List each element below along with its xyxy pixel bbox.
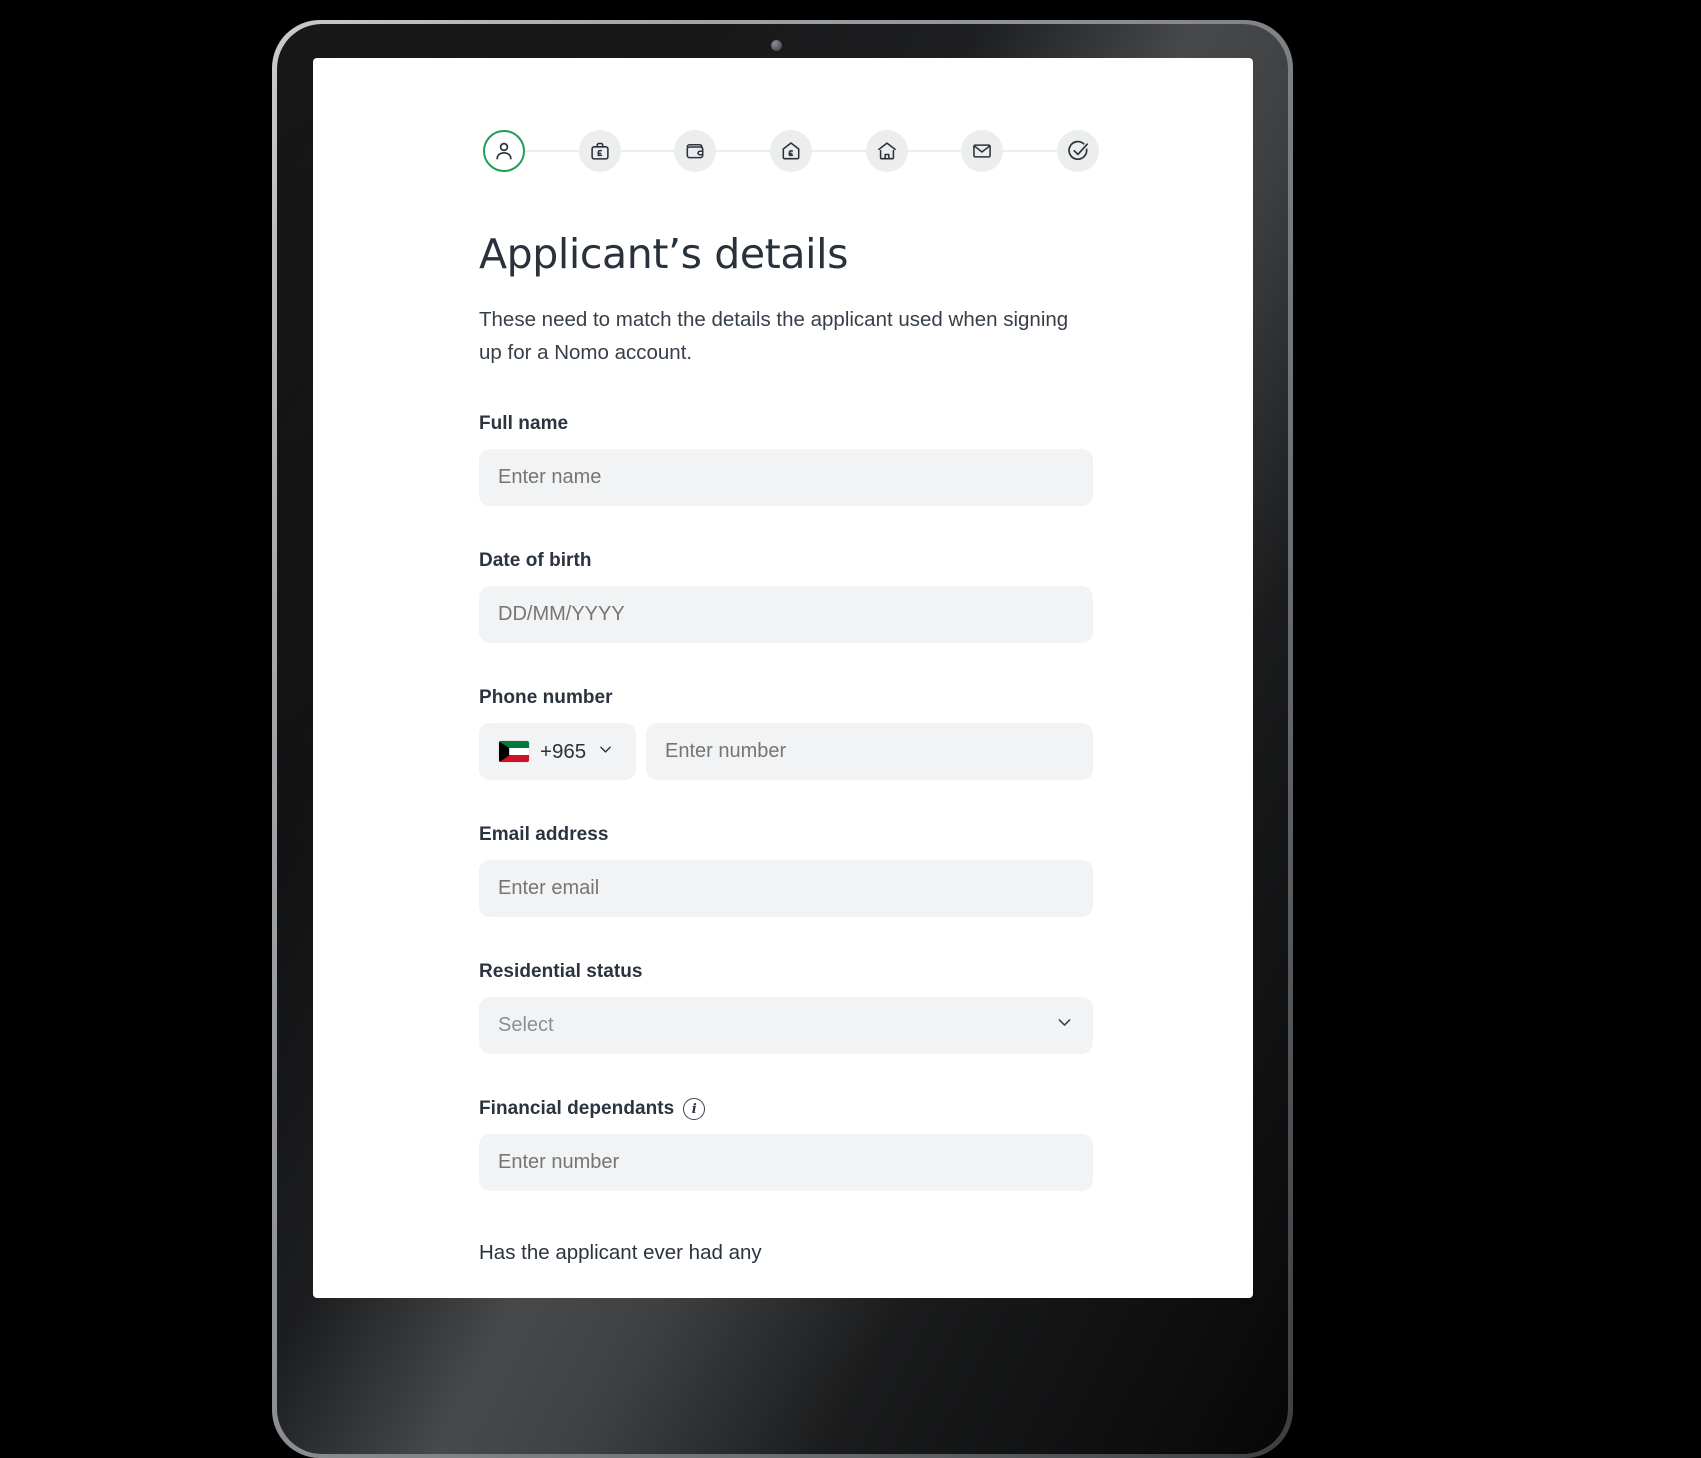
financial-dependants-label: Financial dependants i	[479, 1098, 1093, 1121]
sidebar-item-contact[interactable]	[961, 130, 1004, 172]
stepper-connector-5	[907, 150, 962, 152]
field-financial-dependants: Financial dependants i	[479, 1098, 1093, 1192]
financial-dependants-input[interactable]	[479, 1134, 1093, 1192]
phone-number-label: Phone number	[479, 687, 613, 709]
financial-dependants-label-text: Financial dependants	[479, 1098, 675, 1120]
person-icon	[492, 139, 516, 163]
date-of-birth-input[interactable]	[479, 586, 1093, 644]
residential-status-label: Residential status	[479, 961, 643, 983]
email-address-label: Email address	[479, 824, 609, 846]
sidebar-item-applicant[interactable]	[483, 130, 525, 172]
residential-status-value: Select	[498, 1014, 554, 1037]
stepper-connector-2	[620, 150, 675, 152]
date-of-birth-label: Date of birth	[479, 550, 592, 572]
chevron-down-icon	[1055, 1013, 1074, 1038]
wallet-icon	[684, 140, 706, 162]
tablet-screen: Applicant’s details These need to match …	[313, 58, 1253, 1298]
envelope-icon	[971, 140, 993, 162]
progress-stepper	[483, 130, 1100, 172]
check-circle-icon	[1066, 139, 1090, 163]
kuwait-flag-icon	[499, 741, 529, 763]
full-name-input[interactable]	[479, 449, 1093, 507]
dial-code-label: +965	[540, 739, 587, 763]
screenshot-root: Applicant’s details These need to match …	[0, 0, 1701, 1458]
form-content: Applicant’s details These need to match …	[473, 130, 1100, 1298]
sidebar-item-employment[interactable]	[578, 130, 621, 172]
sidebar-item-income[interactable]	[674, 130, 717, 172]
application-form-page: Applicant’s details These need to match …	[313, 58, 1253, 1298]
email-field[interactable]	[479, 860, 1093, 918]
next-question-label: Has the applicant ever had any	[479, 1241, 762, 1265]
sidebar-item-property[interactable]	[865, 130, 908, 172]
briefcase-pound-icon	[589, 140, 611, 162]
sidebar-item-review[interactable]	[1057, 130, 1100, 172]
field-phone-number: Phone number +965	[479, 687, 1093, 781]
chevron-down-icon	[597, 741, 614, 763]
camera-dot	[771, 40, 782, 51]
stepper-connector-4	[812, 150, 866, 152]
page-title: Applicant’s details	[479, 230, 849, 278]
stepper-connector-1	[525, 150, 579, 152]
field-residential-status: Residential status Select	[479, 961, 1093, 1055]
field-email-address: Email address	[479, 824, 1093, 918]
home-icon	[876, 140, 898, 162]
field-full-name: Full name	[479, 413, 1093, 507]
house-pound-icon	[780, 140, 802, 162]
stepper-connector-3	[716, 150, 771, 152]
stepper-connector-6	[1003, 150, 1058, 152]
page-subtitle: These need to match the details the appl…	[479, 307, 1069, 365]
info-icon[interactable]: i	[683, 1098, 706, 1121]
residential-status-select[interactable]: Select	[479, 997, 1093, 1055]
field-date-of-birth: Date of birth	[479, 550, 1093, 644]
full-name-label: Full name	[479, 413, 569, 435]
phone-row: +965	[479, 723, 1093, 781]
country-code-selector[interactable]: +965	[479, 723, 636, 781]
phone-number-input[interactable]	[646, 723, 1093, 781]
sidebar-item-affordability[interactable]	[770, 130, 813, 172]
